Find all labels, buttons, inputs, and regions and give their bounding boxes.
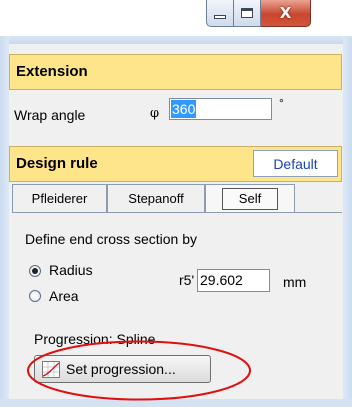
radius-option-label[interactable]: Radius bbox=[49, 262, 93, 278]
tab-self[interactable]: Self bbox=[205, 184, 295, 212]
wrap-angle-label: Wrap angle bbox=[14, 107, 86, 123]
window-frame-right bbox=[343, 36, 352, 407]
wrap-angle-input[interactable]: 360 bbox=[169, 98, 272, 120]
window-frame-bottom bbox=[0, 399, 352, 407]
tab-divider bbox=[12, 212, 342, 213]
window-frame-top bbox=[0, 36, 352, 44]
define-cross-section-label: Define end cross section by bbox=[25, 231, 197, 247]
set-progression-button[interactable]: Set progression... bbox=[34, 355, 211, 383]
minimize-button[interactable] bbox=[206, 0, 234, 27]
close-icon: X bbox=[279, 3, 292, 22]
r5-label: r5' bbox=[179, 272, 195, 288]
extension-header: Extension bbox=[9, 54, 342, 90]
phi-symbol: φ bbox=[150, 106, 160, 121]
r5-unit: mm bbox=[283, 274, 307, 290]
maximize-icon bbox=[241, 8, 253, 18]
radius-radio[interactable] bbox=[29, 265, 41, 277]
wrap-angle-value: 360 bbox=[171, 100, 197, 118]
progression-label: Progression: Spline bbox=[34, 331, 156, 347]
close-button[interactable]: X bbox=[261, 0, 311, 27]
dialog-client-area: Extension Wrap angle φ 360 ° Design rule… bbox=[9, 44, 343, 401]
maximize-button[interactable] bbox=[234, 0, 261, 27]
set-progression-label: Set progression... bbox=[66, 361, 176, 377]
progression-chart-icon bbox=[42, 360, 60, 378]
area-radio[interactable] bbox=[29, 290, 41, 302]
minimize-icon bbox=[214, 14, 226, 19]
area-option-label[interactable]: Area bbox=[49, 288, 79, 304]
default-button[interactable]: Default bbox=[253, 150, 338, 177]
window-controls: X bbox=[206, 0, 311, 28]
r5-input[interactable]: 29.602 bbox=[197, 269, 270, 292]
degree-unit: ° bbox=[279, 96, 284, 110]
tab-pfleiderer[interactable]: Pfleiderer bbox=[12, 184, 107, 212]
window-frame-left bbox=[0, 36, 9, 407]
tab-self-label: Self bbox=[222, 187, 278, 210]
tab-stepanoff[interactable]: Stepanoff bbox=[107, 184, 205, 212]
